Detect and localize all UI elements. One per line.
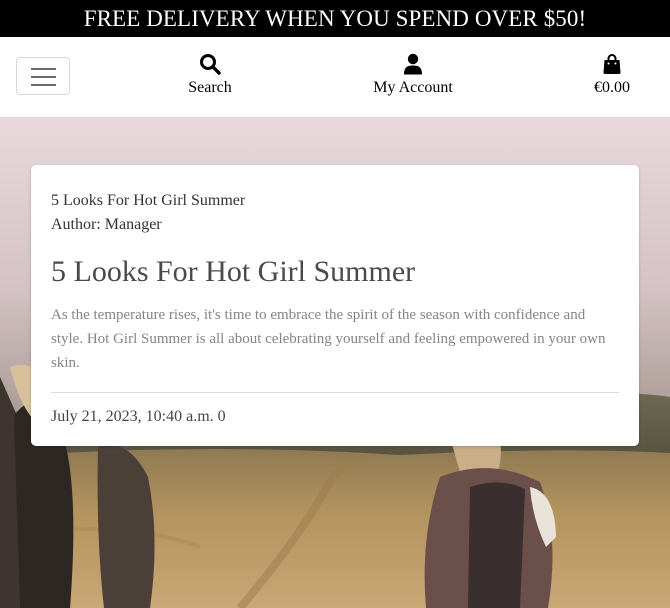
banner-text: FREE DELIVERY WHEN YOU SPEND OVER $50! (83, 6, 587, 31)
post-title[interactable]: 5 Looks For Hot Girl Summer (51, 253, 619, 291)
user-icon (404, 53, 422, 75)
free-delivery-banner: FREE DELIVERY WHEN YOU SPEND OVER $50! (0, 0, 670, 37)
card-divider (51, 392, 619, 393)
hero-background-image: 5 Looks For Hot Girl Summer Author: Mana… (0, 117, 670, 608)
post-excerpt: As the temperature rises, it's time to e… (51, 307, 606, 371)
post-date-and-comments: July 21, 2023, 10:40 a.m. 0 (51, 408, 226, 425)
shopping-bag-icon (603, 54, 621, 74)
post-author: Author: Manager (51, 216, 162, 233)
hamburger-menu-icon-bar (31, 76, 56, 78)
blog-post-card: 5 Looks For Hot Girl Summer Author: Mana… (31, 165, 639, 446)
post-breadcrumb-title: 5 Looks For Hot Girl Summer (51, 192, 246, 209)
shopping-bag-nav-link[interactable]: €0.00 (582, 53, 642, 97)
main-navbar: Search My Account €0.00 (0, 37, 670, 117)
bag-total: €0.00 (594, 79, 630, 96)
search-nav-link[interactable]: Search (170, 53, 250, 97)
search-icon (200, 54, 221, 75)
search-label: Search (188, 79, 232, 96)
hamburger-menu-icon-bar (31, 84, 56, 86)
my-account-nav-link[interactable]: My Account (362, 53, 464, 97)
hamburger-menu-icon (31, 68, 56, 70)
menu-toggle-button[interactable] (16, 57, 70, 95)
my-account-label: My Account (373, 79, 453, 96)
